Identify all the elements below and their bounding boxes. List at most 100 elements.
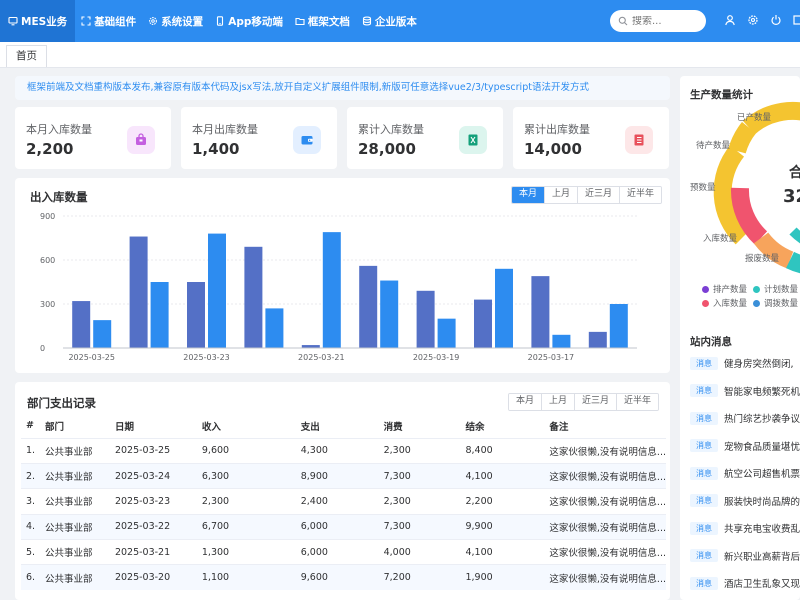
search-input[interactable] — [632, 15, 698, 27]
chart-bar[interactable] — [129, 236, 148, 348]
table-cell: 2,400 — [295, 488, 379, 515]
monitor-icon — [8, 16, 18, 26]
table-cell: 公共事业部 — [39, 437, 110, 464]
table-cell: 7,300 — [378, 513, 461, 540]
main-menu: MES业务 基础组件 系统设置 App移动端 框架文档 企业版本 — [0, 0, 423, 42]
table-cell: 1,100 — [196, 564, 296, 591]
table-cell: 2,300 — [378, 488, 461, 515]
table-cell: 2025-03-23 — [109, 488, 197, 515]
menu-item-app[interactable]: App移动端 — [209, 0, 289, 42]
table-filter-three-months[interactable]: 近三月 — [573, 394, 616, 410]
table-row[interactable]: 6. 公共事业部 2025-03-20 1,100 9,600 7,200 1,900 这家伙… — [21, 564, 666, 591]
table-cell: 这家伙很懒,没有说明信息... — [544, 513, 666, 540]
menu-item-mes[interactable]: MES业务 — [0, 0, 76, 42]
table-cell: 4,000 — [378, 539, 461, 565]
chart-bar[interactable] — [495, 268, 513, 348]
message-badge: 消息 — [690, 356, 718, 370]
table-filter-half-year[interactable]: 近半年 — [615, 394, 658, 410]
chart-bar[interactable] — [609, 304, 628, 348]
menu-item-components[interactable]: 基础组件 — [75, 0, 142, 42]
table-cell: 2. — [21, 462, 40, 489]
x-tick-label: 2025-03-19 — [413, 353, 460, 362]
table-cell: 2,200 — [460, 488, 545, 515]
message-item[interactable]: 消息 酒店卫生乱象又现 — [690, 576, 800, 590]
donut-center-text: 合 — [789, 165, 800, 181]
chart-bar[interactable] — [244, 246, 263, 348]
menu-item-settings[interactable]: 系统设置 — [142, 0, 209, 42]
donut-label-allocate: 预数量 — [690, 183, 716, 193]
table-row[interactable]: 1. 公共事业部 2025-03-25 9,600 4,300 2,300 8,400 这家伙… — [21, 437, 666, 464]
menu-item-enterprise[interactable]: 企业版本 — [356, 0, 423, 42]
table-row[interactable]: 2. 公共事业部 2025-03-24 6,300 8,900 7,300 4,100 这家伙… — [21, 462, 666, 489]
chart-bar[interactable] — [93, 320, 112, 348]
table-cell: 6,300 — [196, 462, 296, 489]
message-text: 热门综艺抄袭争议 — [724, 414, 800, 425]
table-row[interactable]: 4. 公共事业部 2025-03-22 6,700 6,000 7,300 9,900 这家伙… — [21, 513, 666, 540]
stat-label: 本月出库数量 — [192, 123, 258, 136]
table-header-cell: 结余 — [465, 421, 485, 433]
message-text: 健身房突然倒闭, — [724, 359, 794, 370]
table-row[interactable]: 5. 公共事业部 2025-03-21 1,300 6,000 4,000 4,100 这家伙… — [21, 539, 666, 565]
y-tick-label: 600 — [40, 256, 55, 265]
table-cell: 9,600 — [196, 437, 296, 464]
table-cell: 6,000 — [295, 539, 379, 565]
chart-bar[interactable] — [150, 282, 169, 348]
chart-bar[interactable] — [474, 299, 492, 348]
table-filter-this-month[interactable]: 本月 — [508, 394, 541, 410]
message-item[interactable]: 消息 健身房突然倒闭, — [690, 356, 794, 370]
table-cell: 这家伙很懒,没有说明信息... — [544, 539, 666, 565]
message-badge: 消息 — [690, 411, 718, 425]
message-item[interactable]: 消息 宠物食品质量堪忧 — [690, 439, 800, 453]
power-icon[interactable] — [770, 14, 782, 26]
chart-bar[interactable] — [380, 280, 399, 348]
message-item[interactable]: 消息 智能家电频繁死机 — [690, 384, 800, 398]
chart-bar[interactable] — [588, 331, 607, 348]
table-row[interactable]: 3. 公共事业部 2025-03-23 2,300 2,400 2,300 2,200 这家伙… — [21, 488, 666, 515]
user-icon[interactable] — [724, 14, 736, 26]
chart-bar[interactable] — [187, 282, 205, 348]
table-cell: 6. — [21, 564, 40, 591]
chart-bar[interactable] — [552, 334, 571, 348]
message-badge: 消息 — [690, 521, 718, 535]
table-cell: 公共事业部 — [39, 488, 110, 515]
chart-bar[interactable] — [359, 265, 378, 348]
table-cell: 2,300 — [378, 437, 461, 464]
table-filter-last-month[interactable]: 上月 — [540, 394, 574, 410]
chart-bar[interactable] — [322, 232, 341, 348]
chart-bar[interactable] — [437, 318, 456, 348]
message-item[interactable]: 消息 热门综艺抄袭争议 — [690, 411, 800, 425]
chart-bar[interactable] — [416, 290, 435, 348]
message-text: 航空公司超售机票 — [724, 469, 800, 480]
legend-item-instock[interactable]: 入库数量 — [702, 297, 747, 309]
table-cell: 7,300 — [378, 462, 461, 489]
chart-bar[interactable] — [208, 233, 226, 348]
table-cell: 1,300 — [196, 539, 296, 565]
message-item[interactable]: 消息 服装快时尚品牌的 — [690, 494, 800, 508]
table-cell: 2025-03-25 — [109, 437, 197, 464]
donut-segment-cyan — [789, 227, 800, 244]
x-tick-label: 2025-03-25 — [68, 353, 115, 362]
top-navbar: MES业务 基础组件 系统设置 App移动端 框架文档 企业版本 — [0, 0, 800, 42]
message-item[interactable]: 消息 共享充电宝收费乱 — [690, 521, 800, 535]
legend-item-schedule[interactable]: 排产数量 — [702, 283, 747, 295]
chart-bar[interactable] — [531, 276, 550, 348]
table-header-cell: 日期 — [114, 421, 134, 433]
legend-item-plan[interactable]: 计划数量 — [753, 283, 798, 295]
menu-item-docs[interactable]: 框架文档 — [289, 0, 356, 42]
stat-card-month-out: 本月出库数量 1,400 — [181, 107, 337, 169]
chart-bar[interactable] — [265, 308, 284, 348]
stat-value: 2,200 — [26, 140, 74, 158]
tab-home[interactable]: 首页 — [6, 45, 47, 67]
settings-gear-icon[interactable] — [747, 14, 759, 26]
donut-center-value: 32 — [783, 186, 800, 207]
message-item[interactable]: 消息 航空公司超售机票 — [690, 466, 800, 480]
table-header-cell: 收入 — [201, 421, 221, 433]
stat-card-total-out: 累计出库数量 14,000 — [513, 107, 669, 169]
message-text: 智能家电频繁死机 — [724, 386, 800, 398]
search-box[interactable] — [610, 10, 706, 32]
window-icon[interactable] — [793, 14, 800, 26]
legend-item-transfer[interactable]: 调拨数量 — [753, 297, 798, 309]
chart-bar[interactable] — [72, 301, 91, 348]
message-item[interactable]: 消息 新兴职业高薪背后 — [690, 549, 800, 563]
donut-label-instock: 入库数量 — [703, 234, 738, 244]
